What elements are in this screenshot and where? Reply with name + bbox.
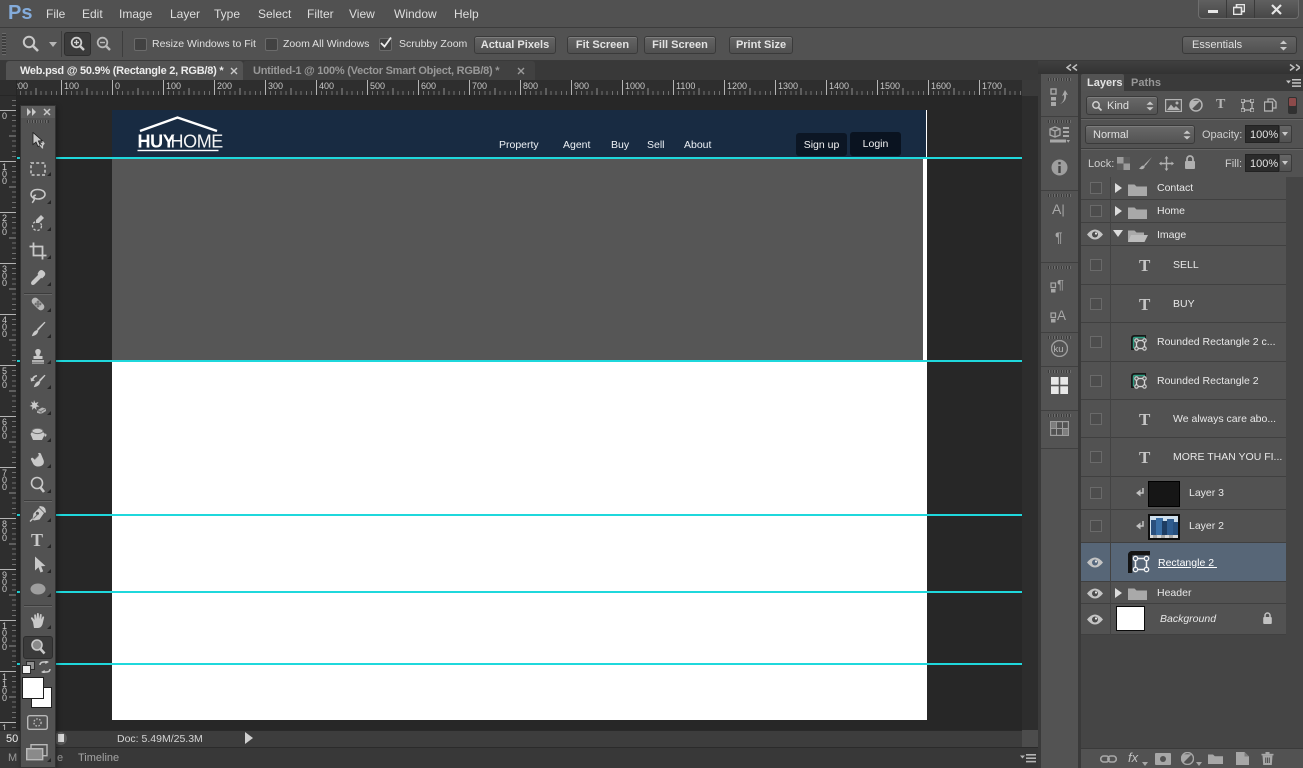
svg-text:HUY: HUY — [138, 132, 175, 152]
svg-text:HOME: HOME — [171, 132, 224, 152]
svg-text:ku: ku — [1054, 344, 1064, 355]
svg-text:A: A — [1057, 308, 1066, 323]
svg-text:¶: ¶ — [1057, 277, 1064, 292]
